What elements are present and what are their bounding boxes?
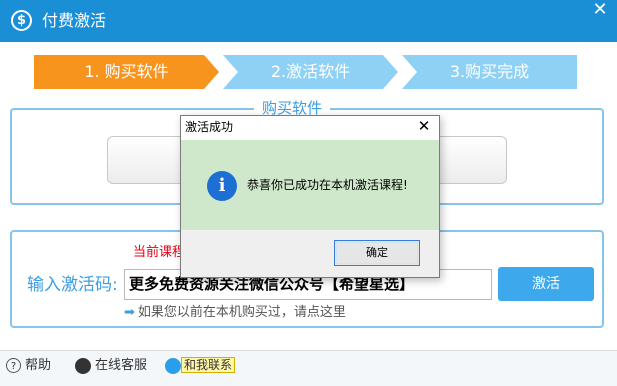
dialog-title: 激活成功 <box>185 120 234 134</box>
qq-icon <box>165 357 181 374</box>
contact-link[interactable]: 和我联系 <box>165 356 236 376</box>
dollar-icon: $ <box>11 10 32 31</box>
already-bought-text: 如果您以前在本机购买过，请点这里 <box>137 305 346 320</box>
online-service-label: 在线客服 <box>95 358 148 373</box>
step-purchase-complete: 3.购买完成 <box>402 55 577 89</box>
dialog-message: 恭喜你已成功在本机激活课程! <box>247 178 408 192</box>
online-service-link[interactable]: 在线客服 <box>75 356 147 376</box>
headset-icon <box>75 357 91 374</box>
activate-button[interactable]: 激活 <box>498 267 594 301</box>
step-buy-software: 1. 购买软件 <box>34 55 219 89</box>
ok-button[interactable]: 确定 <box>334 240 420 266</box>
window-title: 付费激活 <box>42 11 107 30</box>
close-icon[interactable]: ✕ <box>590 0 610 20</box>
help-link[interactable]: ? 帮助 <box>6 356 51 376</box>
already-bought-link[interactable]: ➡ 如果您以前在本机购买过，请点这里 <box>124 304 346 322</box>
activation-code-label: 输入激活码: <box>27 275 118 295</box>
current-course-note: 当前课程 <box>133 245 186 260</box>
help-icon: ? <box>6 358 21 373</box>
help-label: 帮助 <box>25 358 52 373</box>
contact-label: 和我联系 <box>181 357 236 373</box>
info-icon: i <box>207 171 237 201</box>
arrow-right-icon: ➡ <box>124 305 135 320</box>
dialog-close-icon[interactable]: ✕ <box>417 118 431 134</box>
step-activate-software: 2.激活软件 <box>223 55 398 89</box>
